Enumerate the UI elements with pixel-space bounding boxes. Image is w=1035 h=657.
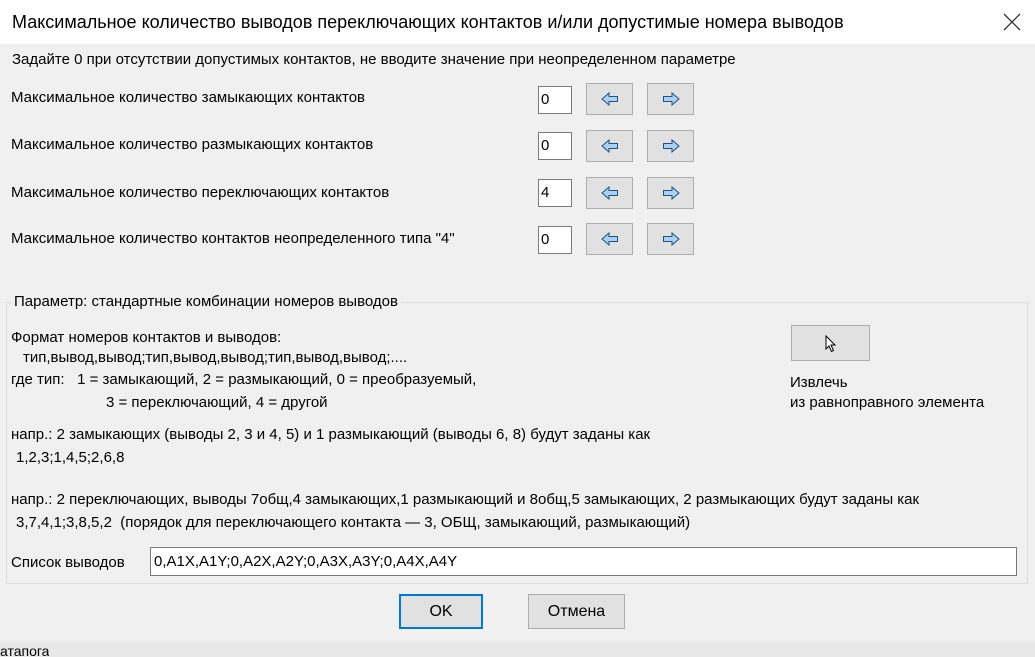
example2-line1: напр.: 2 переключающих, выводы 7общ,4 за… [11,491,920,508]
pin-list-input[interactable]: 0,A1X,A1Y;0,A2X,A2Y;0,A3X,A3Y;0,A4X,A4Y [150,547,1017,576]
title-bar: Максимальное количество выводов переключ… [0,0,1035,44]
close-icon [1003,13,1021,31]
row-label-changeover: Максимальное количество переключающих ко… [11,184,390,201]
row-label-closing: Максимальное количество замыкающих конта… [11,89,366,106]
type-line-2: 3 = переключающий, 4 = другой [106,394,328,411]
row-label-opening: Максимальное количество размыкающих конт… [11,136,374,153]
cancel-button[interactable]: Отмена [528,594,625,629]
arrow-right-icon [662,92,680,106]
opening-decrement-button[interactable] [586,130,633,162]
ok-button[interactable]: OK [399,594,483,629]
arrow-left-icon [600,92,618,106]
changeover-count-input[interactable]: 4 [538,179,572,207]
undefined-increment-button[interactable] [647,223,694,255]
example1-line1: напр.: 2 замыкающих (выводы 2, 3 и 4, 5)… [11,426,651,443]
example2-line2: 3,7,4,1;3,8,5,2 (порядок для переключающ… [16,514,691,531]
window-title: Максимальное количество выводов переключ… [12,12,844,32]
opening-count-input[interactable]: 0 [538,132,572,160]
pin-list-label: Список выводов [11,554,125,571]
arrow-left-icon [600,186,618,200]
arrow-right-icon [662,139,680,153]
closing-increment-button[interactable] [647,83,694,115]
hint-text: Задайте 0 при отсутствии допустимых конт… [12,51,736,68]
undefined-count-input[interactable]: 0 [538,226,572,254]
group-legend: Параметр: стандартные комбинации номеров… [11,293,401,310]
closing-decrement-button[interactable] [586,83,633,115]
arrow-right-icon [662,186,680,200]
example1-line2: 1,2,3;1,4,5;2,6,8 [16,449,125,466]
format-line: тип,вывод,вывод;тип,вывод,вывод;тип,выво… [23,349,408,366]
extract-from-peer-button[interactable] [791,325,870,361]
arrow-left-icon [600,139,618,153]
changeover-increment-button[interactable] [647,177,694,209]
opening-increment-button[interactable] [647,130,694,162]
format-title: Формат номеров контактов и выводов: [11,329,282,346]
background-text-fragment: атапога [0,644,50,657]
mouse-cursor-icon [825,335,837,353]
background-window-strip: атапога [0,642,1035,657]
type-line-1: где тип: 1 = замыкающий, 2 = размыкающий… [11,371,477,388]
extract-label-line2: из равноправного элемента [790,394,985,411]
closing-count-input[interactable]: 0 [538,86,572,114]
undefined-decrement-button[interactable] [586,223,633,255]
row-label-undefined: Максимальное количество контактов неопре… [11,230,455,247]
close-button[interactable] [989,0,1035,44]
arrow-right-icon [662,232,680,246]
changeover-decrement-button[interactable] [586,177,633,209]
extract-label-line1: Извлечь [790,374,848,391]
arrow-left-icon [600,232,618,246]
